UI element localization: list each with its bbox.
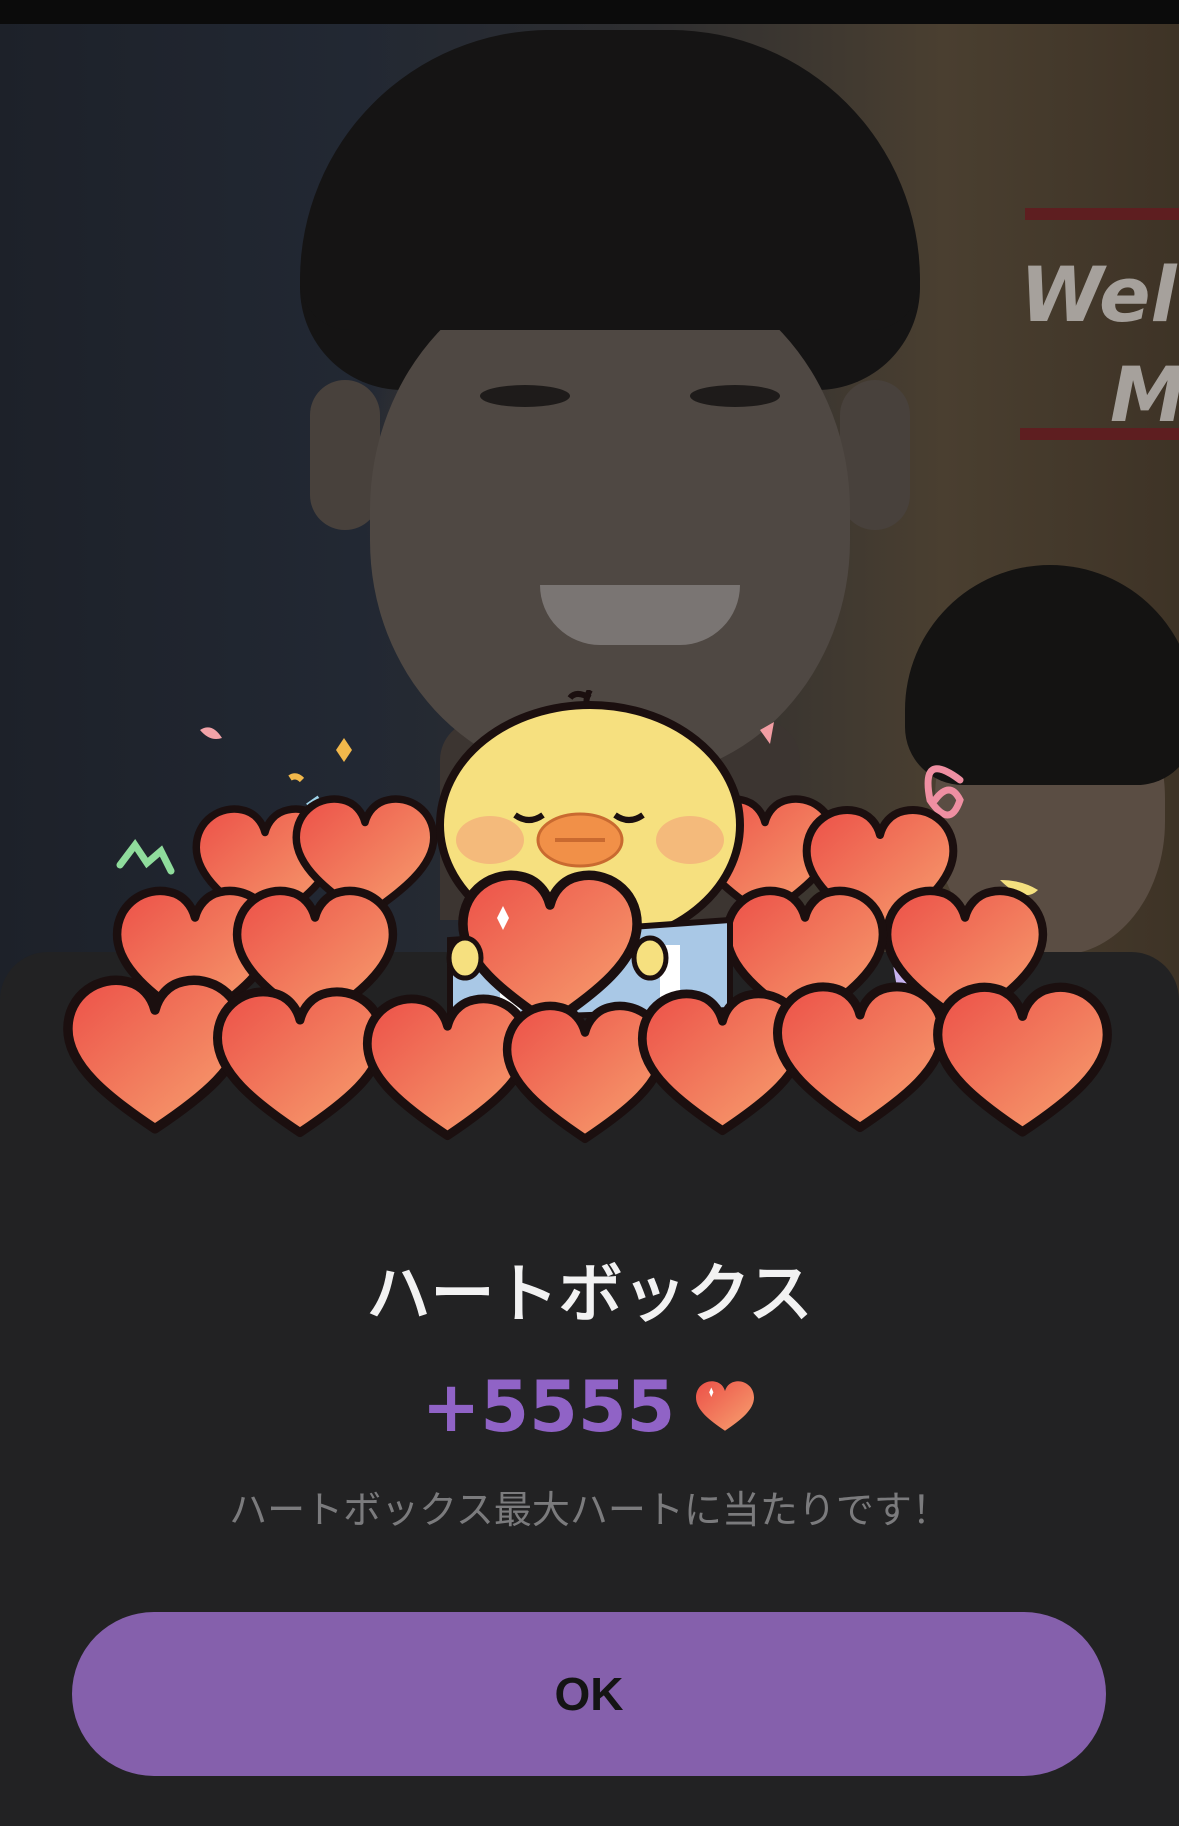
person-ear [840, 380, 910, 530]
heart-icon [693, 1378, 757, 1436]
reward-message: ハートボックス最大ハートに当たりです！ [229, 1488, 950, 1532]
chick-character [436, 690, 744, 1024]
dialog-title: ハートボックス [366, 1258, 813, 1332]
person-fringe [300, 30, 920, 330]
reward-amount-row: +5555 [0, 1362, 1179, 1452]
ok-button[interactable]: OK [72, 1612, 1106, 1776]
banner-stripe [1025, 208, 1179, 220]
person-eye [480, 385, 570, 407]
heart-box-illustration [0, 690, 1179, 1210]
person-smile [540, 585, 740, 645]
reward-amount: +5555 [421, 1366, 676, 1448]
background-banner-text: Welc M [1020, 250, 1179, 439]
person-eye [690, 385, 780, 407]
status-bar-strip [0, 0, 1179, 24]
